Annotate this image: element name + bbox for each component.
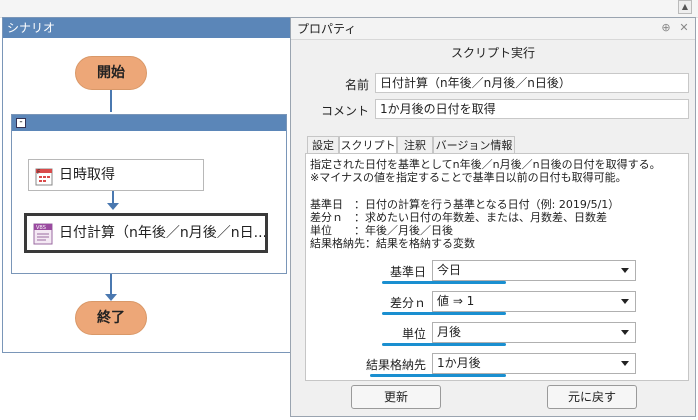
script-tab-panel: 指定された日付を基準としてn年後／n月後／n日後の日付を取得する。 ※マイナスの… <box>305 153 689 381</box>
tab-version-info[interactable]: バージョン情報 <box>433 136 515 154</box>
scroll-up-icon[interactable]: ▲ <box>678 0 692 14</box>
diff-n-label: 差分ｎ <box>389 296 426 310</box>
scenario-panel-title: シナリオ <box>3 18 291 38</box>
diff-n-select[interactable]: 値 ⇒ 1 <box>432 291 636 312</box>
comment-field[interactable]: 1か月後の日付を取得 <box>375 99 689 119</box>
close-icon[interactable]: ✕ <box>677 21 691 35</box>
pin-icon[interactable]: ⊕ <box>659 21 673 35</box>
scenario-panel: シナリオ 開始 - F 日時取得 VBS 日付計算（n年後／n月後／n日... … <box>2 17 292 353</box>
top-toolbar-strip: ▲ <box>0 0 698 18</box>
result-target-value: 1か月後 <box>437 356 481 370</box>
update-button[interactable]: 更新 <box>351 385 441 409</box>
tab-annotation[interactable]: 注釈 <box>397 136 433 154</box>
description-line: 単位 ：年後／月後／日後 <box>310 224 453 237</box>
properties-panel: プロパティ ⊕ ✕ スクリプト実行 名前 日付計算（n年後／n月後／n日後） コ… <box>290 17 696 417</box>
action-date-calc[interactable]: VBS 日付計算（n年後／n月後／n日... <box>24 213 268 253</box>
base-date-label: 基準日 <box>389 265 426 279</box>
description-line: ※マイナスの値を指定することで基準日以前の日付も取得可能。 <box>310 171 627 184</box>
comment-label: コメント <box>320 104 369 118</box>
highlight-underline <box>382 312 506 315</box>
connector-arrow-icon <box>107 203 119 210</box>
diff-n-value: 値 ⇒ 1 <box>437 294 475 308</box>
unit-select[interactable]: 月後 <box>432 322 636 343</box>
action-label: 日時取得 <box>59 167 115 183</box>
description-line: 指定された日付を基準としてn年後／n月後／n日後の日付を取得する。 <box>310 158 661 171</box>
group-header-bar: - <box>12 115 286 131</box>
chevron-down-icon <box>621 330 629 335</box>
tab-settings[interactable]: 設定 <box>307 136 339 154</box>
highlight-underline <box>382 343 506 346</box>
connector-line <box>110 274 112 296</box>
connector-arrow-icon <box>105 294 117 301</box>
properties-title: プロパティ <box>297 22 357 36</box>
calendar-icon: F <box>35 166 53 186</box>
svg-text:VBS: VBS <box>36 225 46 231</box>
svg-text:F: F <box>37 169 41 176</box>
properties-heading: スクリプト実行 <box>450 46 535 60</box>
action-group[interactable]: - F 日時取得 VBS 日付計算（n年後／n月後／n日... <box>11 114 287 274</box>
connector-line <box>110 90 112 112</box>
end-node[interactable]: 終了 <box>75 301 147 335</box>
highlight-underline <box>370 374 506 377</box>
chevron-down-icon <box>621 361 629 366</box>
description-line: 結果格納先：結果を格納する変数 <box>310 237 475 250</box>
properties-title-bar: プロパティ <box>291 18 695 40</box>
base-date-select[interactable]: 今日 <box>432 260 636 281</box>
description-line: 差分ｎ ：求めたい日付の年数差、または、月数差、日数差 <box>310 211 607 224</box>
chevron-down-icon <box>621 299 629 304</box>
unit-value: 月後 <box>437 325 462 339</box>
result-target-select[interactable]: 1か月後 <box>432 353 636 374</box>
action-datetime-get[interactable]: F 日時取得 <box>28 159 204 191</box>
chevron-down-icon <box>621 268 629 273</box>
result-target-label: 結果格納先 <box>365 358 426 372</box>
highlight-underline <box>382 281 506 284</box>
name-field[interactable]: 日付計算（n年後／n月後／n日後） <box>375 73 689 93</box>
name-label: 名前 <box>344 78 369 92</box>
revert-button[interactable]: 元に戻す <box>547 385 637 409</box>
vbs-script-icon: VBS <box>33 223 53 245</box>
action-label: 日付計算（n年後／n月後／n日... <box>59 225 265 241</box>
collapse-group-button[interactable]: - <box>16 118 26 128</box>
start-node[interactable]: 開始 <box>75 56 147 90</box>
base-date-value: 今日 <box>437 263 462 277</box>
description-line: 基準日 ：日付の計算を行う基準となる日付（例: 2019/5/1） <box>310 198 620 211</box>
unit-label: 単位 <box>401 327 426 341</box>
